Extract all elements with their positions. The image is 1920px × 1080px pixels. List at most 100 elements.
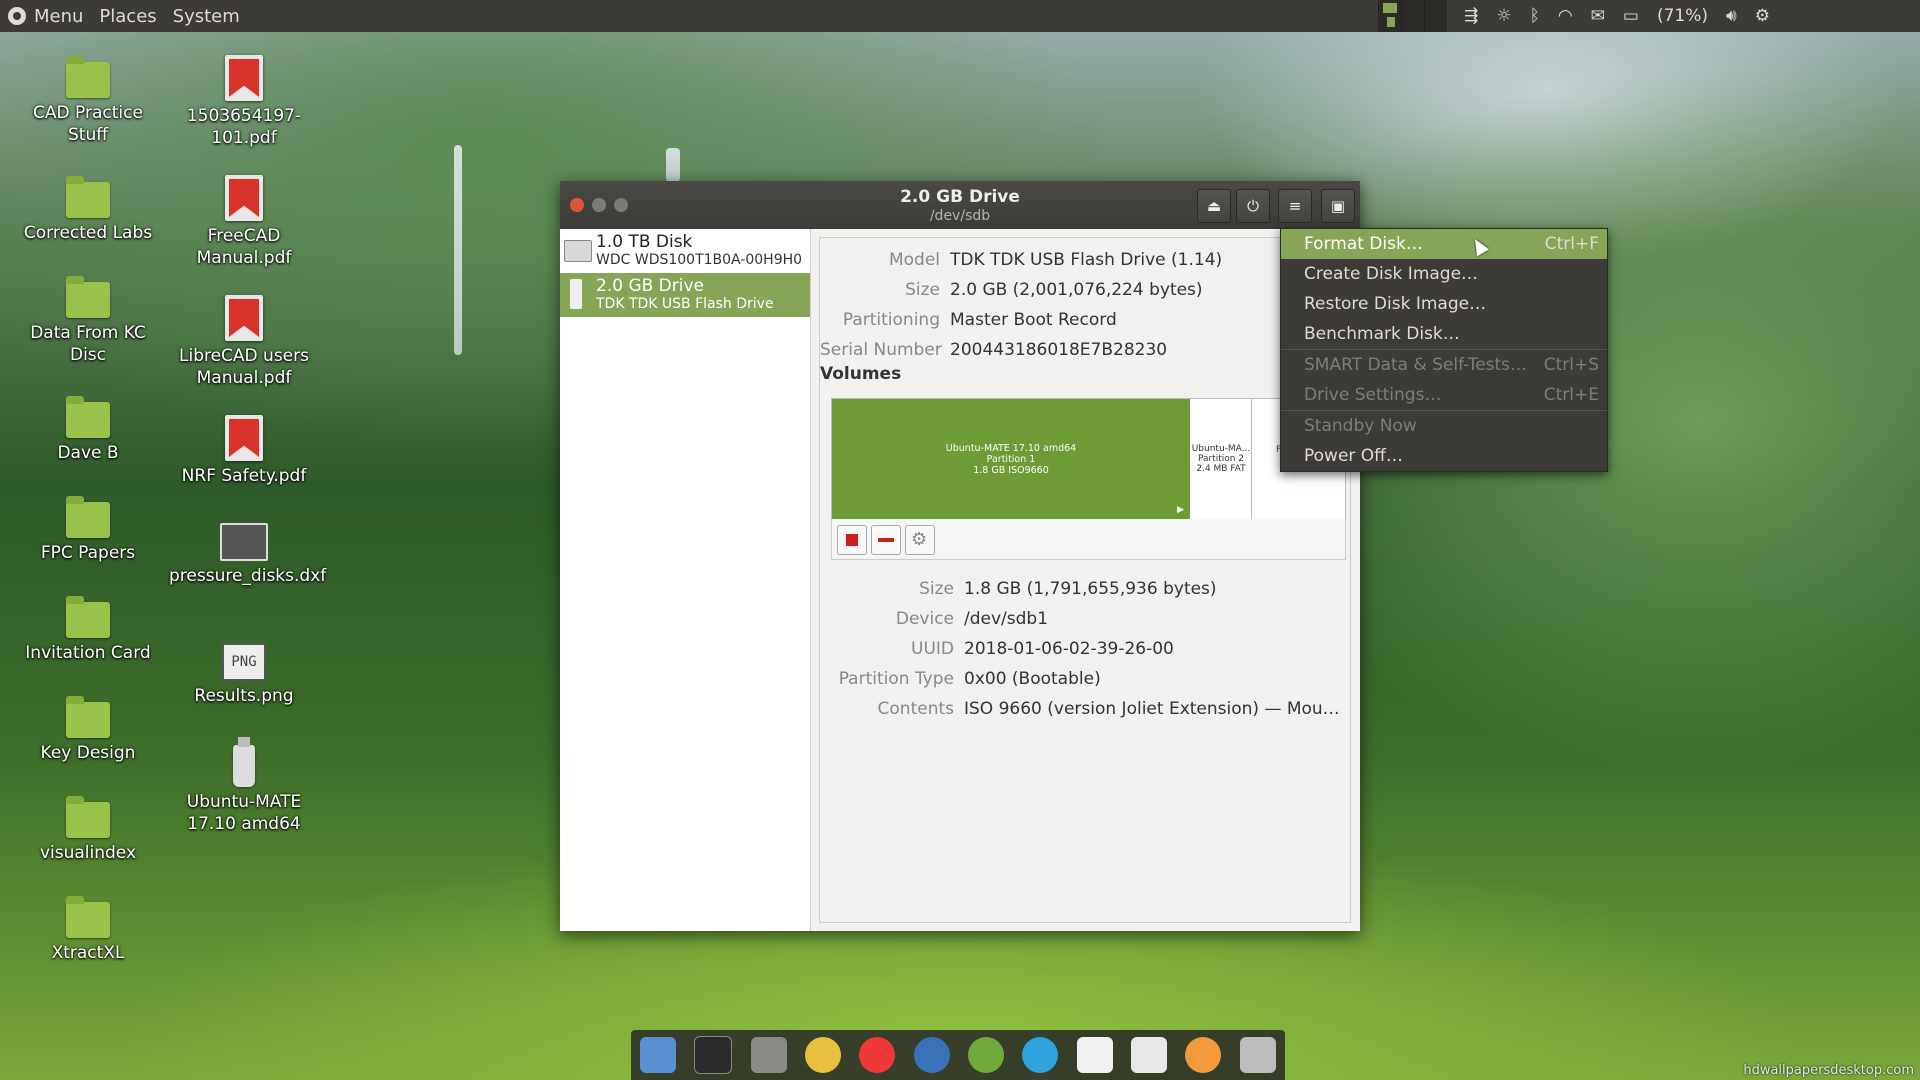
menu-item-create-disk-image[interactable]: Create Disk Image… — [1281, 259, 1607, 289]
serial-row: Serial Number 200443186018E7B28230 — [820, 340, 1168, 360]
folder-icon — [66, 796, 110, 838]
partition-options-button[interactable]: ⚙ — [905, 525, 935, 555]
network-activity-icon[interactable]: ⇶ — [1464, 6, 1478, 26]
text-editor-icon[interactable] — [1076, 1037, 1113, 1073]
menu-item-power-off[interactable]: Power Off… — [1281, 441, 1607, 471]
desktop-file[interactable]: LibreCAD users Manual.pdf — [169, 295, 319, 389]
size-row: Size 2.0 GB (2,001,076,224 bytes) — [905, 280, 1203, 300]
folder-icon — [66, 896, 110, 938]
tex-icon[interactable] — [1131, 1037, 1168, 1073]
green-app-icon[interactable] — [968, 1037, 1005, 1073]
stop-button[interactable] — [837, 525, 867, 555]
desktop-folder[interactable]: Corrected Labs — [13, 176, 163, 244]
play-arrow-icon: ▶ — [1177, 505, 1184, 515]
pdf-icon — [225, 175, 263, 221]
partition-1-segment[interactable]: Ubuntu-MATE 17.10 amd64 Partition 1 1.8 … — [832, 399, 1190, 519]
menu-item-smart-data[interactable]: SMART Data & Self-Tests… Ctrl+S — [1281, 350, 1607, 380]
thunderbird-icon[interactable] — [913, 1037, 950, 1073]
show-desktop-icon[interactable] — [640, 1037, 677, 1073]
image-icon[interactable]: ▣ — [1321, 189, 1355, 223]
stop-icon — [846, 534, 858, 546]
desktop-folder[interactable]: Invitation Card — [13, 596, 163, 664]
drive-menu-icon[interactable]: ≡ — [1278, 189, 1312, 223]
folder-icon — [66, 396, 110, 438]
waterfall-decoration — [666, 148, 680, 182]
delete-partition-button[interactable] — [871, 525, 901, 555]
wifi-icon[interactable]: ◠ — [1558, 6, 1573, 26]
battery-percentage[interactable]: (71%) — [1657, 6, 1708, 26]
contents-row: Contents ISO 9660 (version Joliet Extensi… — [877, 699, 1340, 719]
waterfall-decoration — [454, 145, 462, 355]
menu-item-drive-settings[interactable]: Drive Settings… Ctrl+E — [1281, 380, 1607, 410]
lightbulb-icon[interactable]: ☼ — [1496, 6, 1511, 26]
desktop-folder[interactable]: Dave B — [13, 396, 163, 464]
workspace-switcher[interactable] — [1378, 0, 1448, 32]
workspace-1[interactable] — [1378, 0, 1402, 32]
folder-icon — [66, 596, 110, 638]
battery-icon[interactable]: ▭ — [1623, 6, 1639, 26]
partitioning-row: Partitioning Master Boot Record — [842, 310, 1117, 330]
terminal-icon[interactable] — [694, 1036, 733, 1074]
minus-icon — [878, 538, 894, 542]
desktop-folder[interactable]: FPC Papers — [13, 496, 163, 564]
menu-item-benchmark-disk[interactable]: Benchmark Disk… — [1281, 319, 1607, 349]
desktop-usb-drive[interactable]: Ubuntu-MATE 17.10 amd64 — [169, 737, 319, 835]
desktop-folder[interactable]: CAD Practice Stuff — [13, 56, 163, 146]
gears-icon: ⚙ — [911, 529, 928, 550]
desktop-file[interactable]: 1503654197-101.pdf — [169, 55, 319, 149]
menu-item-format-disk[interactable]: Format Disk… Ctrl+F — [1281, 229, 1607, 259]
menu-item-restore-disk-image[interactable]: Restore Disk Image… — [1281, 289, 1607, 319]
window-titlebar[interactable]: 2.0 GB Drive /dev/sdb ⏏ ⏻ ≡ ▣ — [560, 181, 1360, 229]
settings-gear-icon[interactable]: ⚙ — [1755, 6, 1770, 26]
desktop-file[interactable]: NRF Safety.pdf — [169, 415, 319, 487]
drive-item-1tb[interactable]: 1.0 TB Disk WDC WDS100T1B0A-00H9H0 — [560, 229, 810, 273]
desktop-file[interactable]: FreeCAD Manual.pdf — [169, 175, 319, 269]
pdf-icon — [225, 295, 263, 341]
drive-details: Model TDK TDK USB Flash Drive (1.14) Size… — [819, 237, 1351, 923]
volume-icon[interactable]: 🔊︎ — [1726, 6, 1737, 26]
drive-item-2gb[interactable]: 2.0 GB Drive TDK TDK USB Flash Drive — [560, 273, 810, 317]
desktop-folder[interactable]: visualindex — [13, 796, 163, 864]
png-file-icon: PNG — [222, 643, 266, 681]
uuid-row: UUID 2018-01-06-02-39-26-00 — [911, 639, 1174, 659]
vivaldi-icon[interactable] — [859, 1037, 896, 1073]
file-manager-icon[interactable] — [750, 1037, 787, 1073]
places-menu[interactable]: Places — [91, 0, 164, 32]
bluetooth-icon[interactable]: ᛒ — [1530, 6, 1540, 26]
volume-map: Ubuntu-MATE 17.10 amd64 Partition 1 1.8 … — [831, 398, 1346, 520]
menu-button[interactable]: Menu — [26, 0, 91, 32]
mate-logo-icon[interactable] — [8, 7, 26, 25]
system-menu[interactable]: System — [165, 0, 248, 32]
workspace-3[interactable] — [1424, 0, 1448, 32]
vol-size-row: Size 1.8 GB (1,791,655,936 bytes) — [919, 579, 1217, 599]
desktop-folder[interactable]: Key Design — [13, 696, 163, 764]
mail-icon[interactable]: ✉ — [1591, 6, 1605, 26]
partition-type-row: Partition Type 0x00 (Bootable) — [838, 669, 1101, 689]
pdf-icon — [225, 55, 263, 101]
folder-icon — [66, 276, 110, 318]
disks-app-icon[interactable] — [1239, 1037, 1276, 1073]
power-icon[interactable]: ⏻ — [1236, 189, 1270, 223]
hard-disk-icon — [564, 240, 592, 262]
partition-2-segment[interactable]: Ubuntu-MA... Partition 2 2.4 MB FAT — [1191, 399, 1252, 519]
tux-app-icon[interactable] — [805, 1037, 842, 1073]
desktop-folder[interactable]: XtractXL — [13, 896, 163, 964]
folder-icon — [66, 176, 110, 218]
drive-model: TDK TDK USB Flash Drive — [596, 296, 774, 312]
telegram-icon[interactable] — [1022, 1037, 1059, 1073]
dxf-file-icon — [220, 523, 268, 561]
desktop-file[interactable]: PNG Results.png — [169, 643, 319, 707]
usb-drive-icon — [570, 279, 582, 309]
eject-icon[interactable]: ⏏ — [1197, 189, 1231, 223]
desktop-folder[interactable]: Data From KC Disc — [13, 276, 163, 366]
drive-options-menu: Format Disk… Ctrl+F Create Disk Image… Re… — [1280, 228, 1608, 472]
watermark: hdwallpapersdesktop.com — [1743, 1063, 1914, 1078]
usb-drive-icon — [233, 737, 255, 787]
desktop-file[interactable]: pressure_disks.dxf — [169, 523, 326, 587]
top-panel: Menu Places System ⇶ ☼ ᛒ ◠ ✉ ▭ (71%) 🔊︎ … — [0, 0, 1920, 32]
volumes-heading: Volumes — [820, 364, 902, 384]
orange-app-icon[interactable] — [1185, 1037, 1222, 1073]
pdf-icon — [225, 415, 263, 461]
workspace-2[interactable] — [1401, 0, 1425, 32]
menu-item-standby-now[interactable]: Standby Now — [1281, 411, 1607, 441]
